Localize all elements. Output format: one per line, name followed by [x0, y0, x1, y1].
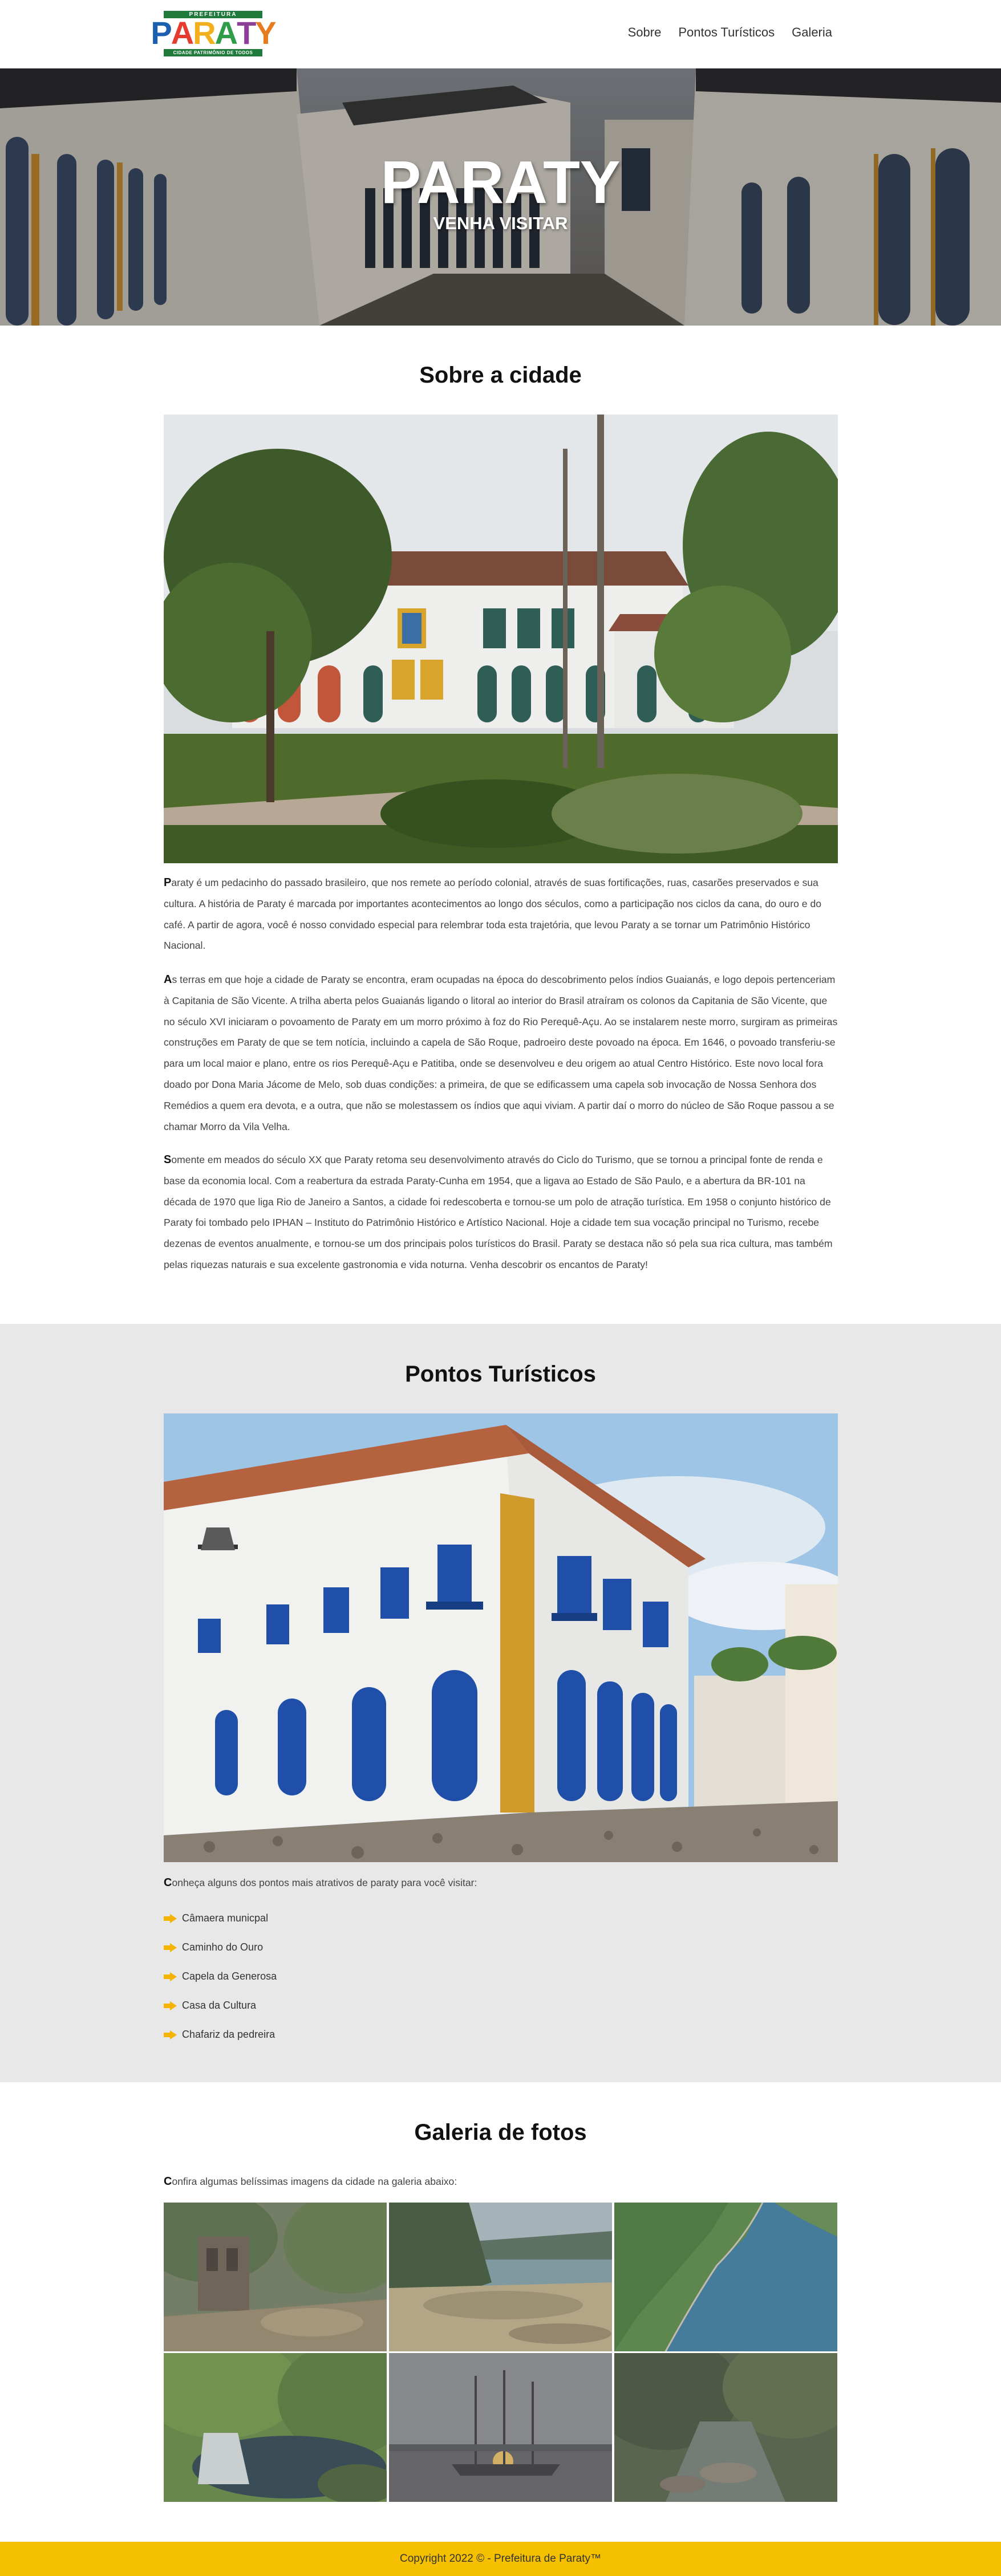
- paragraph-text: onfira algumas belíssimas imagens da cid…: [172, 2176, 457, 2187]
- tourist-spot-list: Câmaera municpal Caminho do Ouro Capela …: [164, 1904, 563, 2049]
- list-item[interactable]: Casa da Cultura: [164, 1991, 563, 2020]
- drop-initial: C: [164, 2175, 172, 2188]
- logo-letter: R: [193, 15, 216, 51]
- gallery-photo-beach-shore[interactable]: [389, 2203, 612, 2351]
- logo-letter: P: [151, 15, 172, 51]
- arrow-right-icon: [164, 1913, 177, 1923]
- photo-overlay: [164, 2203, 387, 2351]
- site-footer: Copyright 2022 © - Prefeitura de Paraty™: [0, 2542, 1001, 2576]
- list-item[interactable]: Câmaera municpal: [164, 1904, 563, 1933]
- tourist-spot-name: Chafariz da pedreira: [182, 2029, 275, 2040]
- tourist-spot-name: Casa da Cultura: [182, 2000, 257, 2011]
- drop-initial: C: [164, 1876, 172, 1889]
- nav-link-sobre[interactable]: Sobre: [628, 24, 662, 41]
- gallery-photo-waterfall-pool[interactable]: [164, 2353, 387, 2502]
- hero-banner: PARATY VENHA VISITAR: [0, 68, 1001, 326]
- prefeitura-paraty-logo[interactable]: PREFEITURA P A R A T Y CIDADE PATRIMÔNIO…: [151, 11, 277, 56]
- paragraph-text: s terras em que hoje a cidade de Paraty …: [164, 974, 838, 1132]
- drop-initial: P: [164, 876, 172, 889]
- arrow-right-icon: [164, 2001, 177, 2010]
- paragraph-text: onheça alguns dos pontos mais atrativos …: [172, 1877, 477, 1888]
- tourist-spot-name: Capela da Generosa: [182, 1970, 277, 1982]
- drop-initial: S: [164, 1153, 172, 1166]
- arrow-right-icon: [164, 1972, 177, 1981]
- gallery-photo-ruins-in-forest[interactable]: [164, 2203, 387, 2351]
- paragraph-text: omente em meados do século XX que Paraty…: [164, 1154, 833, 1270]
- about-title: Sobre a cidade: [419, 363, 582, 388]
- logo-letter: A: [214, 15, 238, 51]
- logo-bottom-text: CIDADE PATRIMÔNIO DE TODOS: [164, 49, 262, 56]
- gallery-intro: Confira algumas belíssimas imagens da ci…: [164, 2171, 838, 2192]
- photo-overlay: [614, 2203, 837, 2351]
- arrow-right-icon: [164, 2030, 177, 2039]
- paragraph-text: araty é um pedacinho do passado brasilei…: [164, 877, 822, 952]
- logo-letter: T: [237, 15, 256, 51]
- nav-link-pontos-turisticos[interactable]: Pontos Turísticos: [678, 24, 775, 41]
- gallery-title: Galeria de fotos: [414, 2120, 587, 2145]
- photo-overlay: [164, 2353, 387, 2502]
- tourism-title: Pontos Turísticos: [405, 1362, 596, 1387]
- site-header: PREFEITURA P A R A T Y CIDADE PATRIMÔNIO…: [0, 0, 1001, 68]
- logo-wordmark: P A R A T Y: [151, 15, 276, 51]
- photo-gallery: [164, 2203, 838, 2502]
- list-item[interactable]: Caminho do Ouro: [164, 1933, 563, 1962]
- main-nav: Sobre Pontos Turísticos Galeria: [628, 24, 832, 41]
- logo-letter: Y: [255, 15, 276, 51]
- tourist-spot-name: Câmaera municpal: [182, 1912, 269, 1924]
- logo-letter: A: [171, 15, 194, 51]
- photo-overlay: [614, 2353, 837, 2502]
- arrow-right-icon: [164, 1943, 177, 1952]
- about-paragraph: Somente em meados do século XX que Parat…: [164, 1149, 838, 1275]
- gallery-photo-coastline-aerial[interactable]: [614, 2203, 837, 2351]
- photo-overlay: [389, 2353, 612, 2502]
- tourism-intro: Conheça alguns dos pontos mais atrativos…: [164, 1872, 838, 1893]
- about-photo: [164, 415, 838, 863]
- gallery-photo-forest-river[interactable]: [614, 2353, 837, 2502]
- about-paragraph: As terras em que hoje a cidade de Paraty…: [164, 969, 838, 1137]
- gallery-photo-schooner-at-sunset[interactable]: [389, 2353, 612, 2502]
- hero-subtitle: VENHA VISITAR: [433, 213, 568, 233]
- hero-title: PARATY: [380, 149, 621, 216]
- nav-link-galeria[interactable]: Galeria: [792, 24, 832, 41]
- list-item[interactable]: Capela da Generosa: [164, 1962, 563, 1991]
- copyright-text: Copyright 2022 © - Prefeitura de Paraty™: [399, 2553, 601, 2565]
- about-paragraph: Paraty é um pedacinho do passado brasile…: [164, 872, 838, 956]
- tourist-spot-name: Caminho do Ouro: [182, 1941, 264, 1953]
- drop-initial: A: [164, 973, 172, 986]
- tourism-photo: [164, 1413, 838, 1862]
- photo-overlay: [389, 2203, 612, 2351]
- list-item[interactable]: Chafariz da pedreira: [164, 2020, 563, 2049]
